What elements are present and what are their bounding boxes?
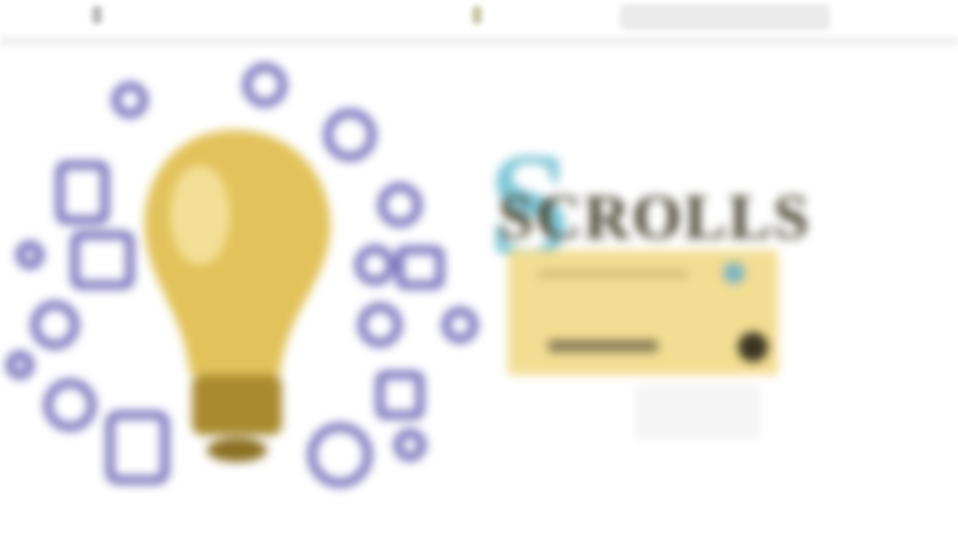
- dot-icon: [394, 429, 426, 461]
- dot-icon: [16, 241, 44, 269]
- top-navigation-bar: [0, 0, 958, 36]
- gear-icon: [112, 82, 148, 118]
- scrolls-logo: S SCROLLS: [488, 130, 811, 380]
- chat-icon: [308, 423, 372, 487]
- home-icon[interactable]: [472, 6, 482, 24]
- logo-card: [508, 250, 778, 375]
- dot-icon: [6, 351, 34, 379]
- chart-icon: [44, 379, 96, 431]
- header-divider: [0, 36, 958, 46]
- phone-icon: [376, 371, 424, 419]
- globe-icon: [243, 63, 287, 107]
- mail-icon: [396, 246, 444, 289]
- logo-wordmark: SCROLLS: [498, 181, 811, 252]
- lightbulb-illustration: [6, 63, 478, 487]
- lightbulb-icon: [144, 130, 331, 462]
- document-icon: [56, 161, 109, 224]
- search-bar[interactable]: [620, 4, 830, 30]
- user-icon: [355, 245, 395, 285]
- logo-tagline: [538, 270, 688, 278]
- logo-bar: [548, 340, 658, 352]
- cloud-icon: [324, 109, 376, 161]
- menu-icon[interactable]: [92, 6, 102, 24]
- badge-icon: [723, 262, 745, 284]
- lock-icon: [358, 303, 402, 347]
- seal-icon: [738, 332, 768, 362]
- wifi-icon: [378, 183, 422, 227]
- tablet-icon: [106, 411, 169, 484]
- settings-icon: [442, 307, 478, 343]
- target-icon: [31, 301, 79, 349]
- monitor-icon: [71, 231, 134, 289]
- call-to-action-button[interactable]: [635, 385, 760, 440]
